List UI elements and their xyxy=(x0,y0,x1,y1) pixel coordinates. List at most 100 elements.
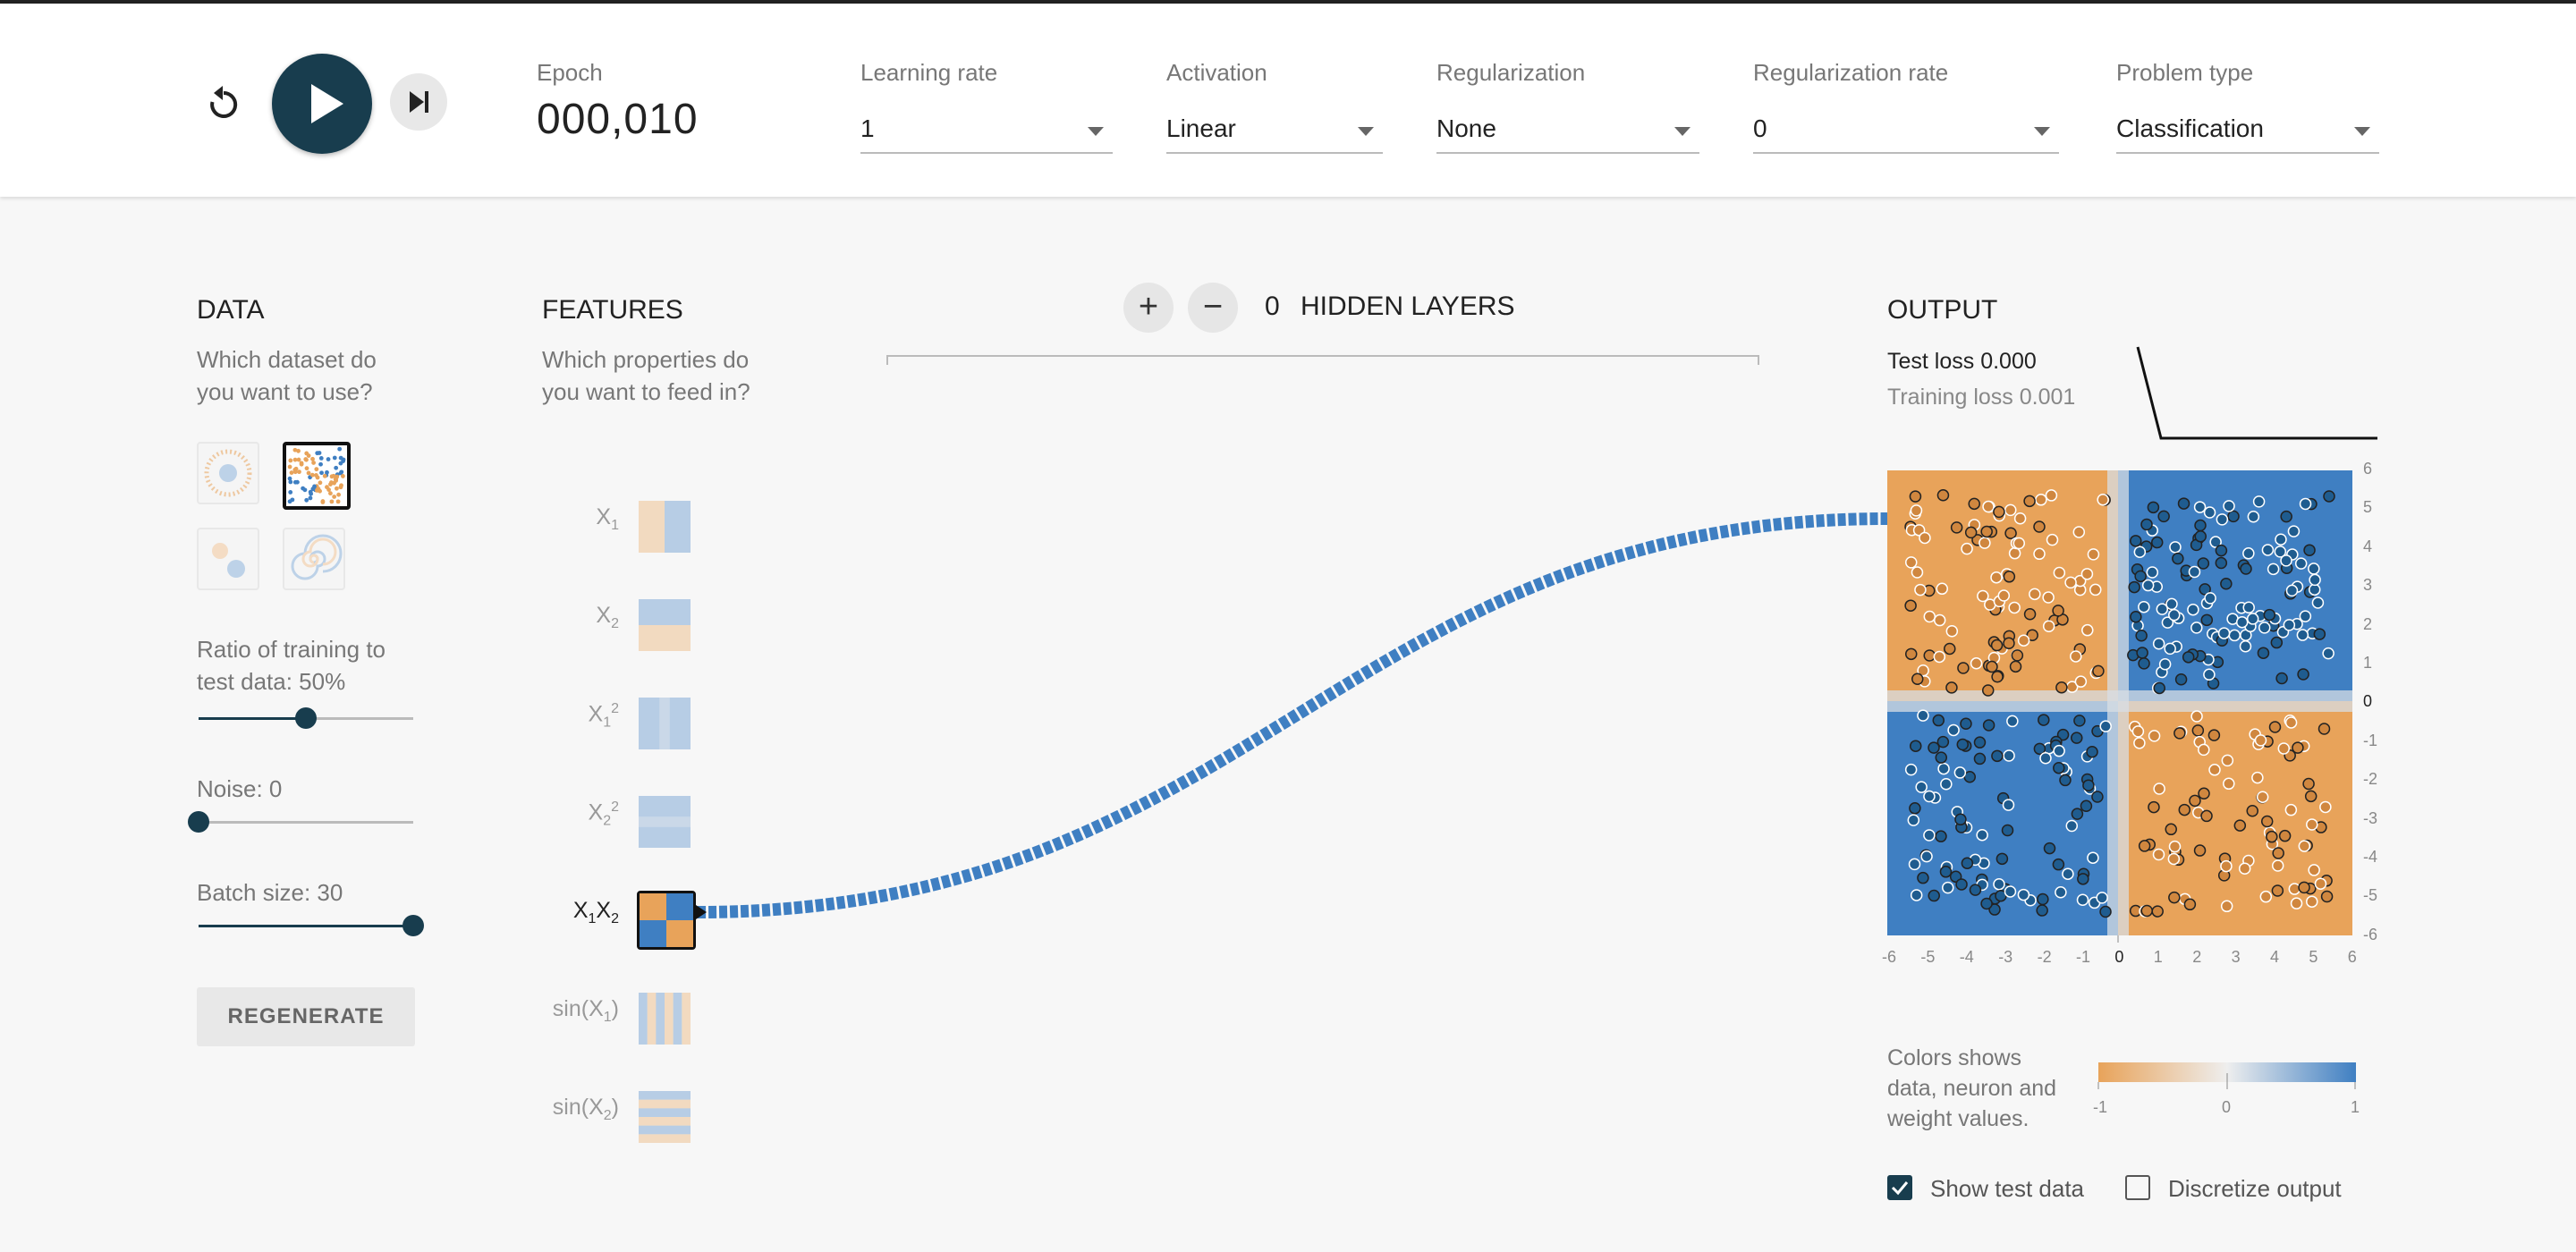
data-point xyxy=(2275,533,2287,546)
hidden-layers-title: HIDDEN LAYERS xyxy=(1301,292,1515,321)
data-point xyxy=(2319,800,2332,814)
activation-label: Activation xyxy=(1166,59,1267,86)
thumb-point xyxy=(288,479,293,485)
data-point xyxy=(2298,840,2311,852)
data-point xyxy=(2272,847,2284,859)
batch-slider[interactable] xyxy=(199,914,424,937)
data-point xyxy=(1950,521,1963,534)
remove-layer-button[interactable]: − xyxy=(1188,283,1238,333)
data-point xyxy=(1991,671,2004,683)
feature-suffix: ) xyxy=(611,1095,619,1120)
legend-line: data, neuron and xyxy=(1887,1076,2057,1101)
data-point xyxy=(2151,905,2164,918)
activation-value: Linear xyxy=(1166,114,1236,142)
dataset-xor[interactable] xyxy=(283,442,351,510)
feature-subscript: 1 xyxy=(603,715,612,731)
data-point xyxy=(2131,725,2145,738)
batch-slider-handle[interactable] xyxy=(402,915,424,936)
dataset-circle[interactable] xyxy=(197,442,259,504)
data-point xyxy=(2191,724,2205,737)
data-point xyxy=(2168,608,2181,622)
problem-type-select[interactable]: Classification xyxy=(2116,111,2379,154)
ratio-slider[interactable] xyxy=(199,706,413,730)
data-point xyxy=(1980,897,1993,910)
thumb-point xyxy=(296,448,301,453)
data-point xyxy=(2193,844,2207,857)
data-point xyxy=(2172,552,2184,565)
data-point xyxy=(2223,500,2235,512)
data-point xyxy=(2261,544,2275,556)
heatmap-cell xyxy=(639,1134,691,1143)
feature-node[interactable] xyxy=(637,891,696,950)
data-point xyxy=(1990,571,2003,584)
y-tick-label: 2 xyxy=(2363,614,2373,633)
x-tick-label: 6 xyxy=(2347,948,2357,966)
data-point xyxy=(1981,684,1995,697)
ratio-slider-handle[interactable] xyxy=(295,707,317,729)
slider-fill xyxy=(199,925,413,927)
data-point xyxy=(2080,799,2093,813)
features-description: Which properties do you want to feed in? xyxy=(542,343,750,408)
x-tick-label: 5 xyxy=(2309,948,2318,966)
feature-node[interactable] xyxy=(639,796,691,848)
feature-node[interactable] xyxy=(639,599,691,651)
feature-heatmap xyxy=(640,893,693,947)
regenerate-button[interactable]: REGENERATE xyxy=(197,987,415,1046)
feature-base: X xyxy=(588,799,604,825)
thumb-point xyxy=(335,499,341,504)
heatmap-cell xyxy=(659,698,670,749)
data-point xyxy=(1911,673,1924,686)
data-point xyxy=(2012,537,2026,550)
dataset-spiral[interactable] xyxy=(283,528,345,590)
data-point xyxy=(2013,512,2027,525)
feature-node[interactable] xyxy=(639,993,691,1045)
thumb-point xyxy=(304,451,309,456)
data-point xyxy=(1954,813,1967,826)
weight-link[interactable] xyxy=(697,512,1888,918)
heatmap-cell xyxy=(639,1091,691,1100)
slider-fill xyxy=(199,717,306,720)
thumb-point xyxy=(337,446,343,452)
dataset-gaussian[interactable] xyxy=(197,528,259,590)
data-point xyxy=(2065,819,2079,833)
chevron-down-icon xyxy=(1674,127,1690,136)
show-test-data-checkbox[interactable] xyxy=(1887,1175,1912,1200)
data-point xyxy=(2008,601,2021,614)
show-test-data-label: Show test data xyxy=(1930,1175,2084,1202)
feature-node[interactable] xyxy=(639,698,691,749)
noise-slider[interactable] xyxy=(188,810,413,833)
problem-type-value: Classification xyxy=(2116,114,2264,142)
data-point xyxy=(2099,720,2112,732)
thumb-point xyxy=(329,499,335,504)
data-title: DATA xyxy=(197,295,265,325)
heatmap-cell xyxy=(640,893,666,920)
data-point xyxy=(2193,501,2207,513)
data-point xyxy=(2246,613,2259,625)
epoch-label: Epoch xyxy=(537,59,603,86)
y-tick-label: -3 xyxy=(2363,808,2378,827)
data-point xyxy=(2188,565,2201,579)
y-tick-label: 4 xyxy=(2363,537,2373,555)
data-point xyxy=(2220,900,2233,913)
thumb-point xyxy=(318,480,323,486)
data-point xyxy=(2152,848,2165,861)
data-point xyxy=(2136,647,2148,659)
thumb-point xyxy=(311,461,316,465)
activation-select[interactable]: Linear xyxy=(1166,111,1383,154)
feature-node[interactable] xyxy=(639,501,691,553)
add-layer-button[interactable]: + xyxy=(1123,283,1174,333)
data-point xyxy=(1944,642,1956,656)
feature-node[interactable] xyxy=(639,1091,691,1143)
regularization-select[interactable]: None xyxy=(1436,111,1699,154)
reset-icon[interactable] xyxy=(201,82,246,127)
data-point xyxy=(2200,613,2214,627)
learning-rate-select[interactable]: 1 xyxy=(860,111,1113,154)
data-point xyxy=(2033,520,2046,533)
discretize-output-checkbox[interactable] xyxy=(2125,1175,2150,1200)
skip-next-icon xyxy=(410,91,428,113)
step-button[interactable] xyxy=(390,73,447,131)
play-button[interactable] xyxy=(272,54,372,154)
noise-slider-handle[interactable] xyxy=(188,811,209,833)
data-point xyxy=(2023,607,2037,621)
regularization-rate-select[interactable]: 0 xyxy=(1753,111,2059,154)
